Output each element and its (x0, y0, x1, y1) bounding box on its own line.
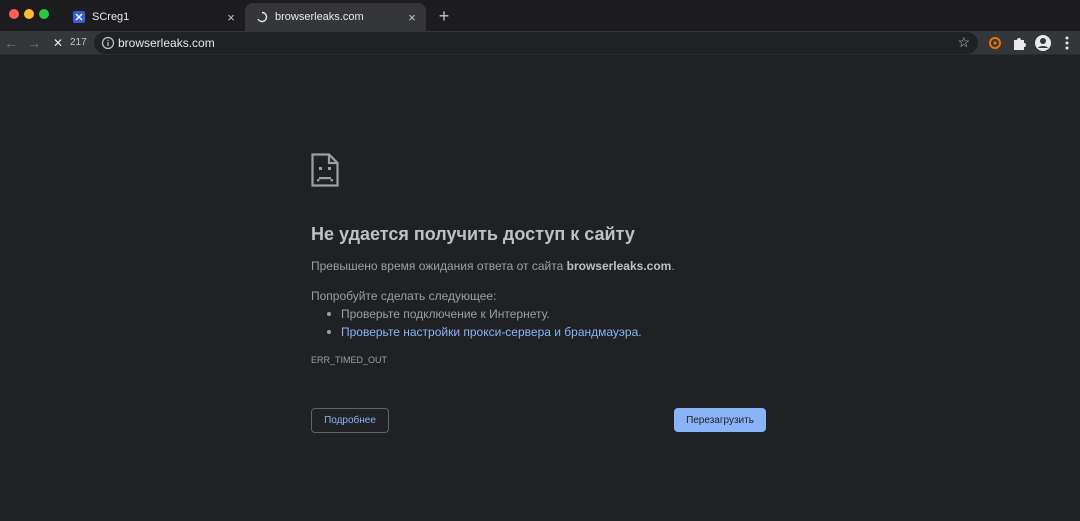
profile-avatar-icon[interactable] (1033, 33, 1053, 53)
proxy-firewall-link[interactable]: Проверьте настройки прокси-сервера и бра… (341, 325, 642, 339)
tab-strip: SCreg1 × browserleaks.com × + (0, 0, 1080, 31)
load-counter: 217 (70, 37, 87, 48)
suggestions-label: Попробуйте сделать следующее: (311, 289, 497, 303)
suggestion-item: Проверьте подключение к Интернету. (327, 307, 550, 321)
loading-spinner-icon (257, 11, 268, 23)
error-description-end: . (671, 259, 675, 273)
browser-toolbar: ← → ✕ 217 browserleaks.com ☆ (0, 31, 1080, 55)
bullet (327, 312, 331, 316)
address-bar[interactable]: browserleaks.com ☆ (94, 32, 978, 54)
maximize-window-button[interactable] (39, 9, 49, 19)
url-text[interactable]: browserleaks.com (118, 36, 215, 50)
suggestion-text: Проверьте подключение к Интернету. (341, 307, 550, 321)
info-icon[interactable] (101, 36, 115, 50)
back-button[interactable]: ← (1, 33, 21, 53)
close-tab-icon[interactable]: × (404, 9, 420, 25)
extensions-puzzle-icon[interactable] (1009, 33, 1029, 53)
tab-title: browserleaks.com (275, 11, 364, 23)
forward-button[interactable]: → (24, 33, 44, 53)
stop-loading-button[interactable]: ✕ (48, 33, 68, 53)
menu-kebab-icon[interactable] (1057, 33, 1077, 53)
sad-page-icon (311, 153, 339, 187)
error-page: Не удается получить доступ к сайту Превы… (0, 55, 1080, 521)
tab-browserleaks[interactable]: browserleaks.com × (245, 3, 426, 31)
reload-button[interactable]: Перезагрузить (674, 408, 766, 432)
error-host: browserleaks.com (566, 259, 672, 273)
close-tab-icon[interactable]: × (223, 9, 239, 25)
tab-title: SCreg1 (92, 11, 130, 23)
bullet (327, 330, 331, 334)
new-tab-button[interactable]: + (434, 6, 454, 26)
error-description-text: Превышено время ожидания ответа от сайта (311, 259, 567, 273)
extension-orange-icon[interactable] (985, 33, 1005, 53)
error-heading: Не удается получить доступ к сайту (311, 224, 635, 244)
bookmark-star-icon[interactable]: ☆ (957, 34, 970, 51)
close-window-button[interactable] (9, 9, 19, 19)
tab-screg1[interactable]: SCreg1 × (62, 3, 245, 31)
suggestion-item-link[interactable]: Проверьте настройки прокси-сервера и бра… (327, 325, 642, 339)
error-code: ERR_TIMED_OUT (311, 355, 388, 365)
screg-favicon (73, 11, 85, 23)
error-description: Превышено время ожидания ответа от сайта… (311, 259, 675, 273)
minimize-window-button[interactable] (24, 9, 34, 19)
details-button[interactable]: Подробнее (311, 408, 389, 433)
